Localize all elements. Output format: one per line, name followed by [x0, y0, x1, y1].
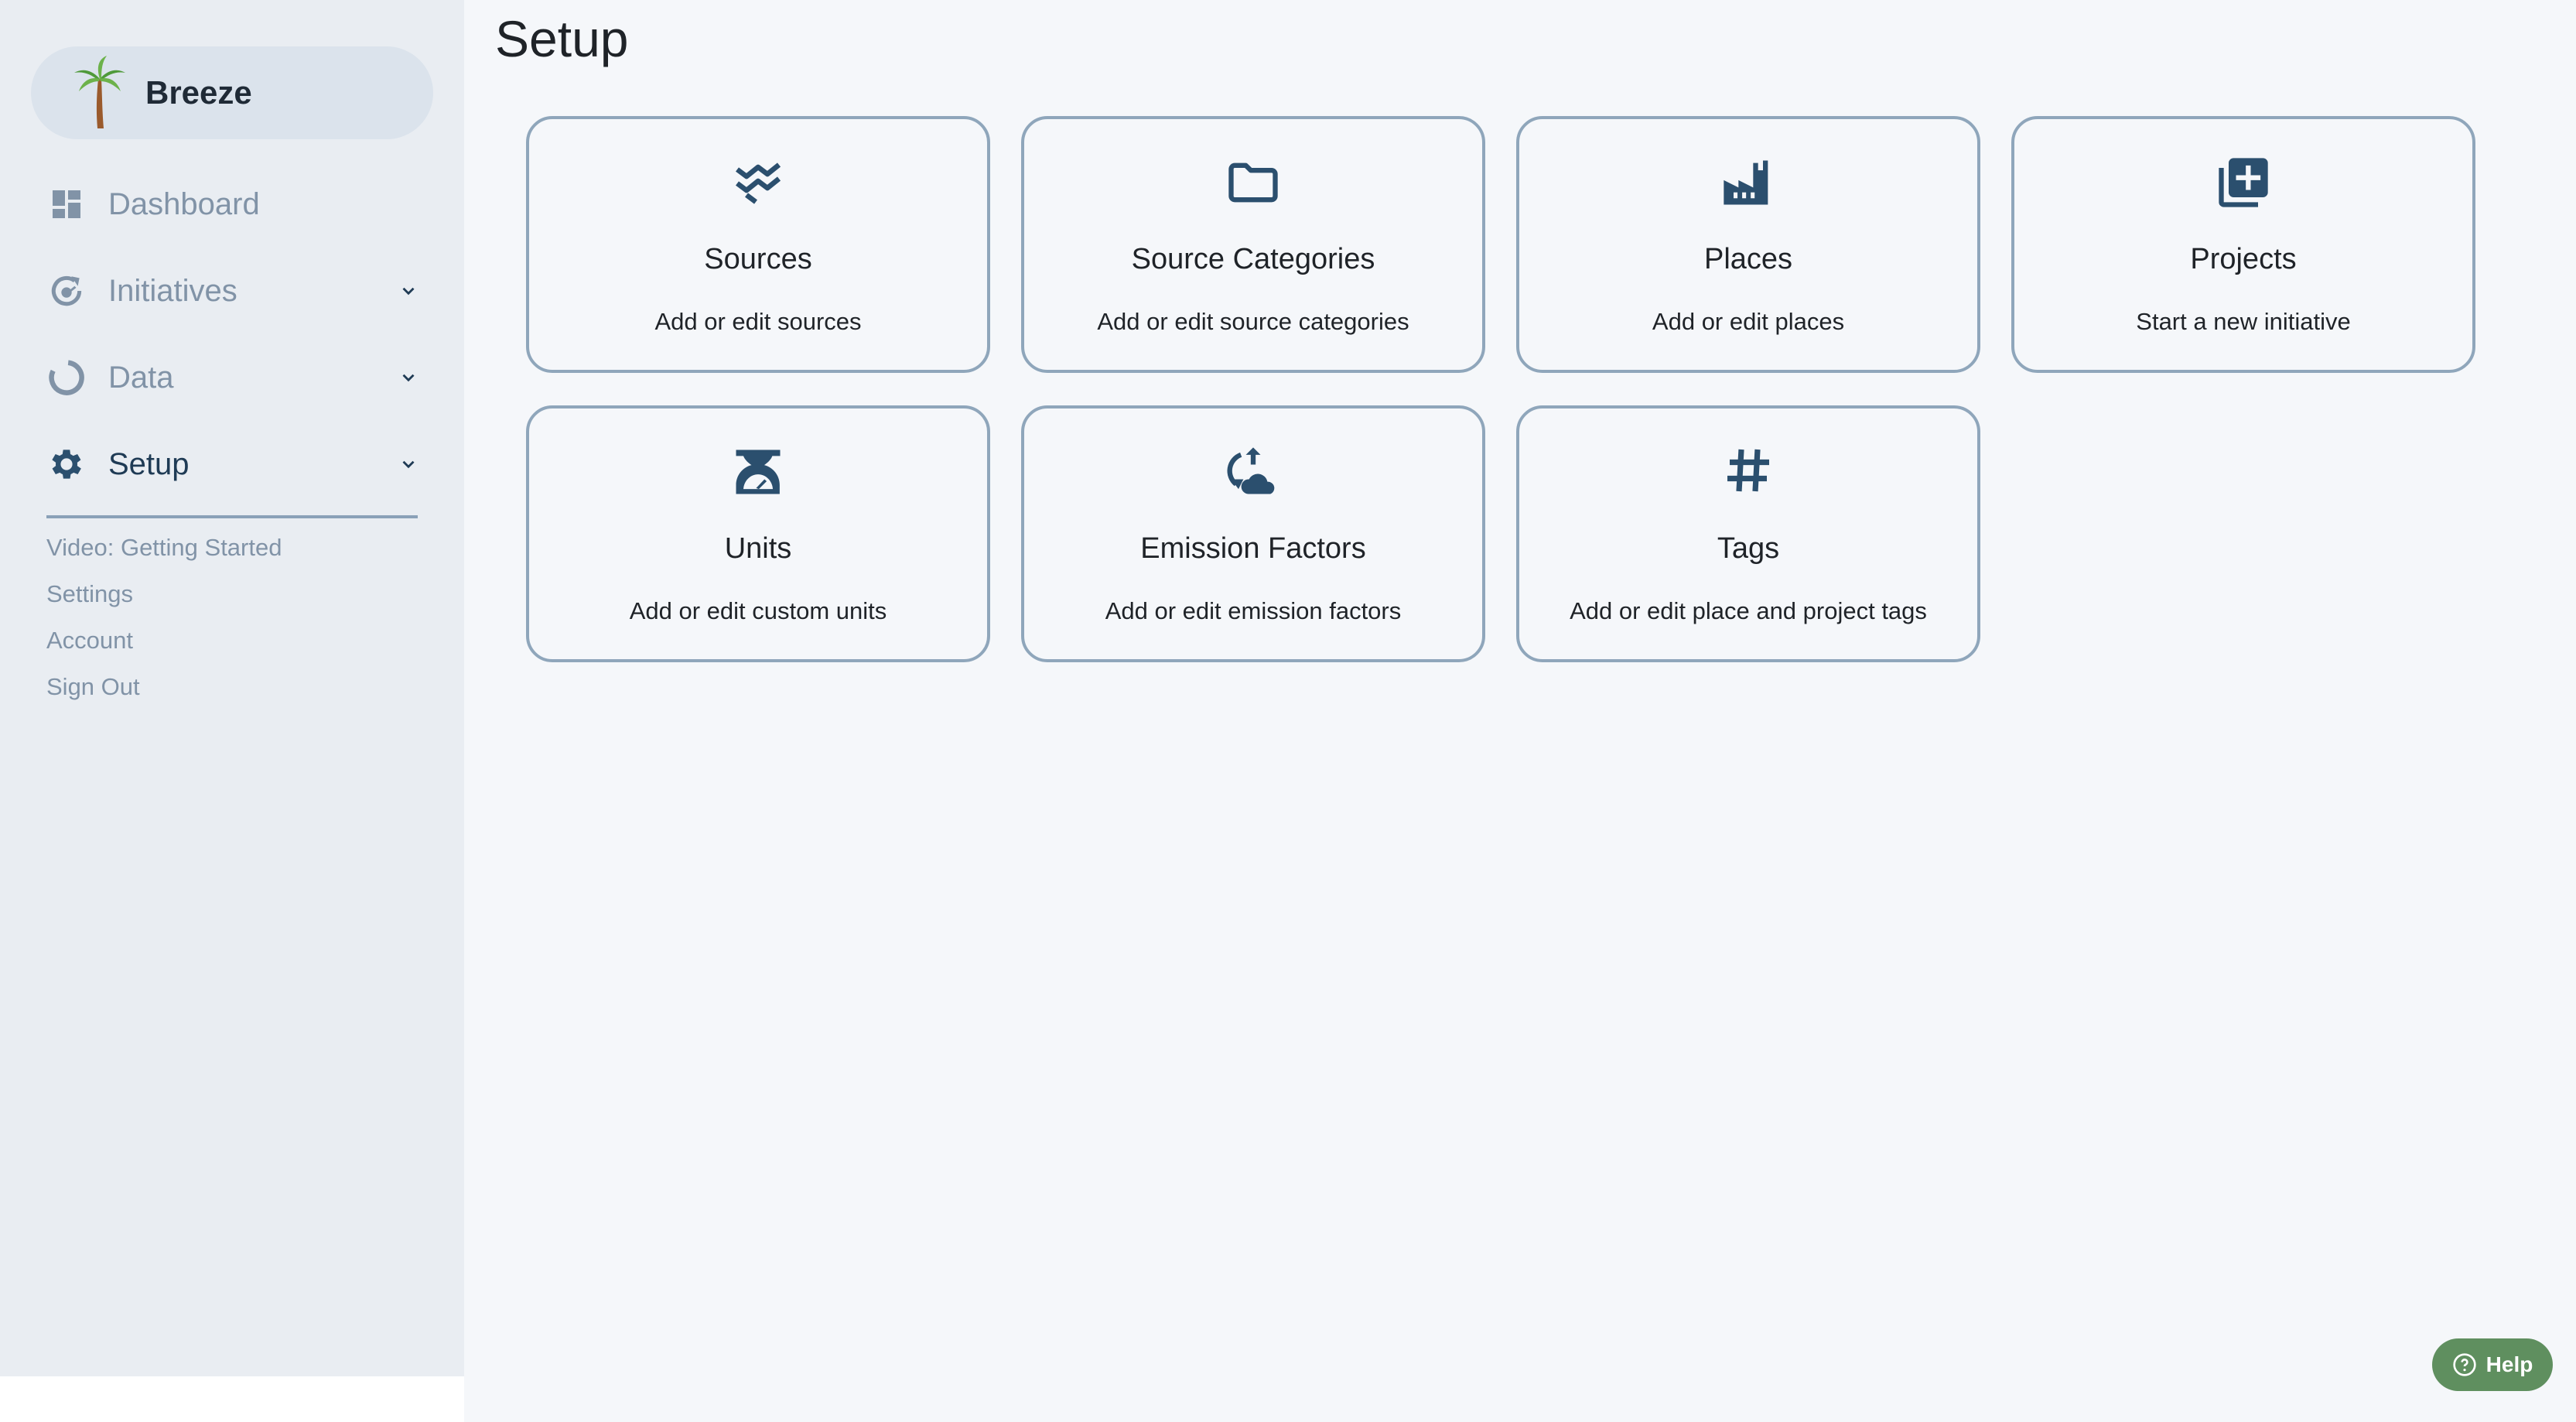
card-sources[interactable]: Sources Add or edit sources	[526, 116, 990, 373]
sources-icon	[529, 153, 987, 215]
sign-out-link[interactable]: Sign Out	[46, 673, 140, 701]
card-description: Add or edit place and project tags	[1570, 597, 1927, 624]
sidebar-item-initiatives[interactable]: Initiatives	[45, 260, 424, 322]
gear-icon	[45, 443, 88, 486]
sidebar-item-dashboard[interactable]: Dashboard	[45, 173, 424, 235]
card-title: Projects	[2190, 243, 2297, 275]
sidebar: Breeze Dashboard Initiatives Data Setup …	[0, 0, 464, 1376]
chevron-down-icon[interactable]	[393, 362, 424, 393]
account-link[interactable]: Account	[46, 627, 133, 655]
card-places[interactable]: Places Add or edit places	[1516, 116, 1980, 373]
sidebar-item-label: Initiatives	[108, 273, 237, 308]
card-description: Add or edit places	[1652, 308, 1845, 335]
brand-name: Breeze	[145, 74, 252, 111]
sidebar-footer-gap	[0, 1376, 464, 1422]
card-units[interactable]: Units Add or edit custom units	[526, 405, 990, 662]
folder-icon	[1024, 153, 1482, 215]
card-title: Sources	[704, 243, 812, 275]
emission-icon	[1024, 443, 1482, 504]
sidebar-item-label: Setup	[108, 446, 190, 481]
hashtag-icon	[1519, 443, 1977, 504]
help-button[interactable]: Help	[2432, 1338, 2553, 1391]
scale-icon	[529, 443, 987, 504]
sidebar-item-data[interactable]: Data	[45, 347, 424, 408]
add-library-icon	[2014, 153, 2472, 215]
video-getting-started-link[interactable]: Video: Getting Started	[46, 534, 282, 562]
card-emission-factors[interactable]: Emission Factors Add or edit emission fa…	[1021, 405, 1485, 662]
sidebar-item-label: Dashboard	[108, 186, 260, 221]
factory-icon	[1519, 153, 1977, 215]
card-title: Emission Factors	[1140, 532, 1366, 565]
chevron-down-icon[interactable]	[393, 449, 424, 480]
card-title: Places	[1703, 243, 1793, 275]
card-description: Add or edit custom units	[629, 597, 887, 624]
page-title: Setup	[495, 10, 629, 67]
card-source-categories[interactable]: Source Categories Add or edit source cat…	[1021, 116, 1485, 373]
card-description: Add or edit sources	[654, 308, 862, 335]
card-projects[interactable]: Projects Start a new initiative	[2011, 116, 2475, 373]
brand-button[interactable]: Breeze	[31, 46, 433, 139]
card-title: Tags	[1717, 532, 1780, 565]
palm-tree-icon	[74, 56, 125, 128]
card-description: Add or edit emission factors	[1105, 597, 1402, 624]
initiatives-icon	[45, 269, 88, 313]
chevron-down-icon[interactable]	[393, 275, 424, 306]
sidebar-divider	[46, 515, 418, 518]
settings-link[interactable]: Settings	[46, 580, 133, 608]
card-title: Source Categories	[1131, 243, 1375, 275]
sidebar-item-label: Data	[108, 360, 174, 395]
dashboard-icon	[45, 183, 88, 226]
sidebar-item-setup[interactable]: Setup	[45, 433, 424, 495]
question-circle-icon	[2452, 1353, 2476, 1376]
card-description: Start a new initiative	[2136, 308, 2351, 335]
card-title: Units	[724, 532, 792, 565]
data-donut-icon	[45, 356, 88, 399]
help-label: Help	[2485, 1352, 2533, 1376]
card-tags[interactable]: Tags Add or edit place and project tags	[1516, 405, 1980, 662]
card-description: Add or edit source categories	[1097, 308, 1409, 335]
